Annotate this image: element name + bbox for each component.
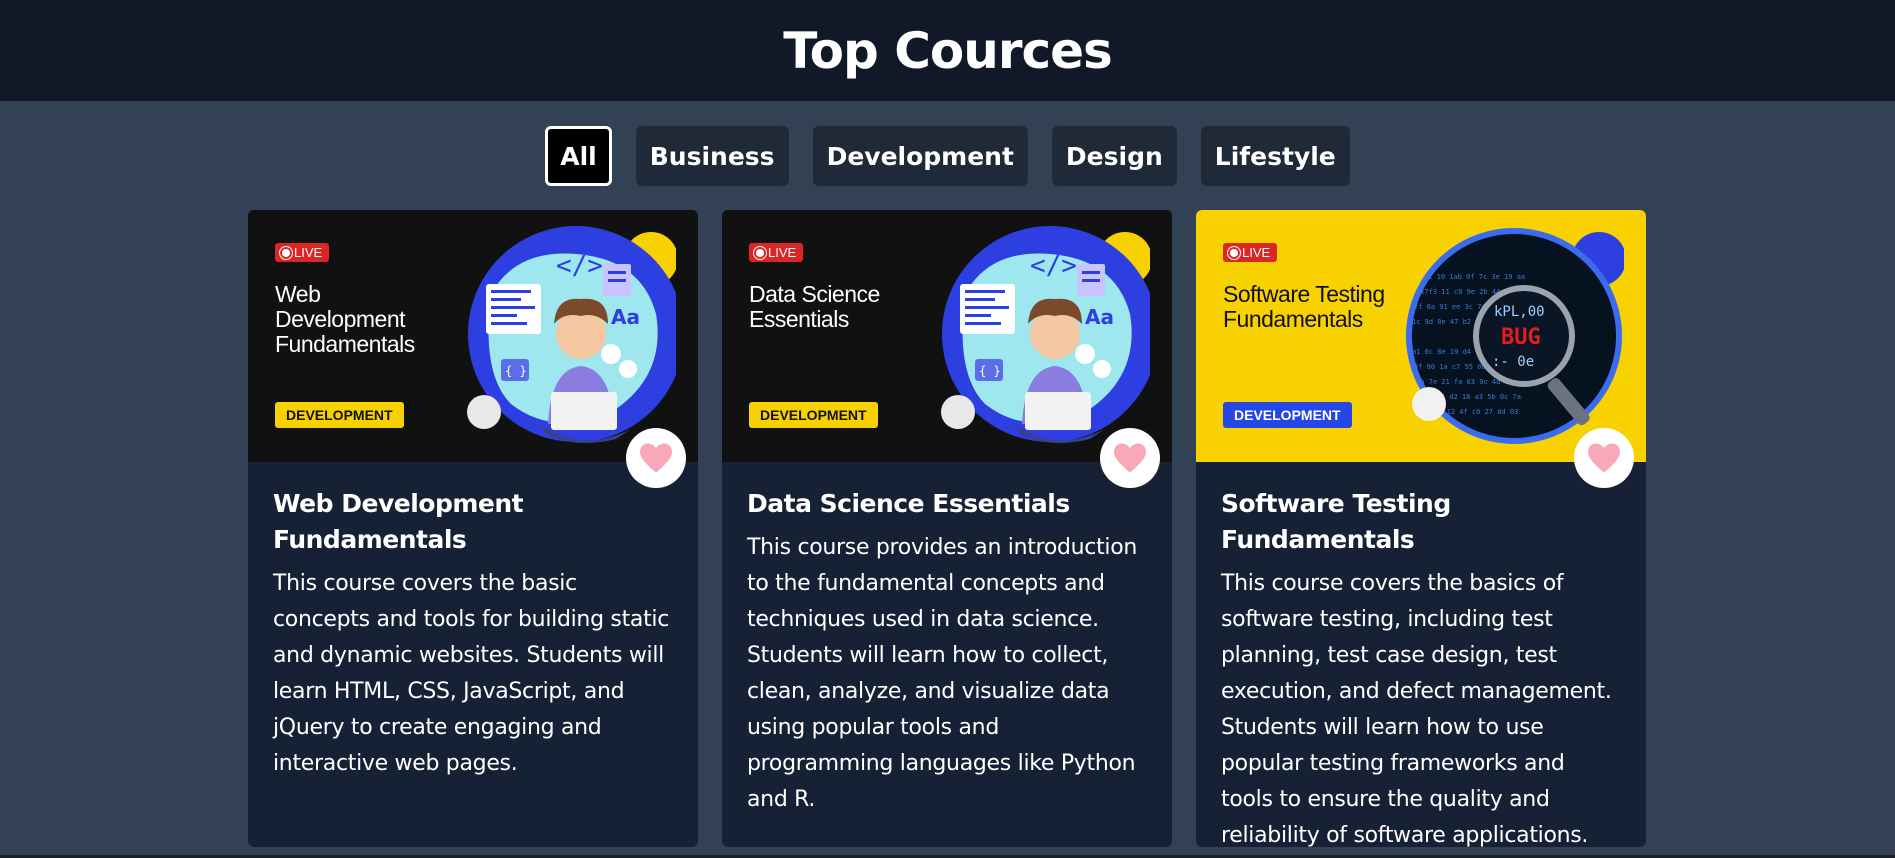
page-title: Top Cources (783, 21, 1113, 80)
category-tag: DEVELOPMENT (749, 402, 878, 428)
course-description: This course provides an introduction to … (747, 535, 1138, 812)
course-card[interactable]: LIVE Data Science Essentials DEVELOPMENT… (722, 210, 1172, 847)
svg-text::- 0e: :- 0e (1492, 354, 1534, 370)
developer-laptop-illustration: </> Aa { } (941, 226, 1150, 443)
course-title[interactable]: Software Testing Fundamentals (1221, 486, 1622, 558)
heart-icon (640, 443, 672, 473)
course-title[interactable]: Data Science Essentials (747, 486, 1148, 522)
live-broadcast-icon (756, 248, 764, 257)
svg-text:01 10 1ab 0f 7c 3e 19 aa: 01 10 1ab 0f 7c 3e 19 aa (1424, 273, 1525, 281)
course-card-list: LIVE Web Development Fundamentals DEVELO… (248, 210, 1646, 847)
filter-development-button[interactable]: Development (812, 126, 1028, 186)
heart-icon (1114, 443, 1146, 473)
heart-icon (1588, 443, 1620, 473)
course-title[interactable]: Web Development Fundamentals (273, 486, 674, 558)
category-tag: DEVELOPMENT (1223, 402, 1352, 428)
svg-text:{ }: { } (505, 364, 527, 378)
live-badge-label: LIVE (768, 245, 797, 260)
svg-text:9e 12 4f c0 27 8d 03: 9e 12 4f c0 27 8d 03 (1434, 408, 1518, 416)
live-broadcast-icon (1230, 248, 1238, 257)
course-thumbnail: LIVE Software Testing Fundamentals DEVEL… (1196, 210, 1646, 462)
magnifier-bug-illustration: 01 10 1ab 0f 7c 3e 19 aa 0x7f3 11 c0 9e … (1406, 228, 1624, 444)
favorite-button[interactable] (1574, 428, 1634, 488)
svg-text:</>: </> (556, 251, 603, 281)
filter-business-button[interactable]: Business (635, 126, 789, 186)
course-thumbnail: LIVE Data Science Essentials DEVELOPMENT… (722, 210, 1172, 462)
live-badge-label: LIVE (294, 245, 323, 260)
svg-text:{ }: { } (979, 364, 1001, 378)
course-card[interactable]: LIVE Software Testing Fundamentals DEVEL… (1196, 210, 1646, 847)
thumbnail-title: Data Science Essentials (749, 281, 880, 332)
svg-text:Aa: Aa (1085, 305, 1114, 329)
svg-text:</>: </> (1030, 251, 1077, 281)
course-thumbnail: LIVE Web Development Fundamentals DEVELO… (248, 210, 698, 462)
course-card-body: Web Development Fundamentals This course… (248, 462, 698, 782)
live-badge: LIVE (275, 243, 330, 262)
filter-lifestyle-button[interactable]: Lifestyle (1200, 126, 1350, 186)
live-badge-label: LIVE (1242, 245, 1271, 260)
course-card-body: Data Science Essentials This course prov… (722, 462, 1172, 818)
live-badge: LIVE (749, 243, 804, 262)
course-description: This course covers the basic concepts an… (273, 571, 670, 776)
thumbnail-title: Software Testing Fundamentals (1223, 281, 1385, 332)
course-description: This course covers the basics of softwar… (1221, 571, 1612, 847)
svg-text:kPL,00: kPL,00 (1494, 304, 1545, 320)
thumbnail-title: Web Development Fundamentals (275, 281, 415, 357)
svg-text:BUG: BUG (1501, 325, 1541, 350)
filter-all-button[interactable]: All (545, 126, 612, 186)
category-tag: DEVELOPMENT (275, 402, 404, 428)
filter-design-button[interactable]: Design (1051, 126, 1177, 186)
course-card-body: Software Testing Fundamentals This cours… (1196, 462, 1646, 847)
live-badge: LIVE (1223, 243, 1278, 262)
svg-text:Aa: Aa (611, 305, 640, 329)
favorite-button[interactable] (626, 428, 686, 488)
category-filter-bar: All Business Development Design Lifestyl… (0, 126, 1895, 186)
course-card[interactable]: LIVE Web Development Fundamentals DEVELO… (248, 210, 698, 847)
developer-laptop-illustration: </> Aa { } (467, 226, 676, 443)
page-header: Top Cources (0, 0, 1895, 101)
live-broadcast-icon (282, 248, 290, 257)
favorite-button[interactable] (1100, 428, 1160, 488)
